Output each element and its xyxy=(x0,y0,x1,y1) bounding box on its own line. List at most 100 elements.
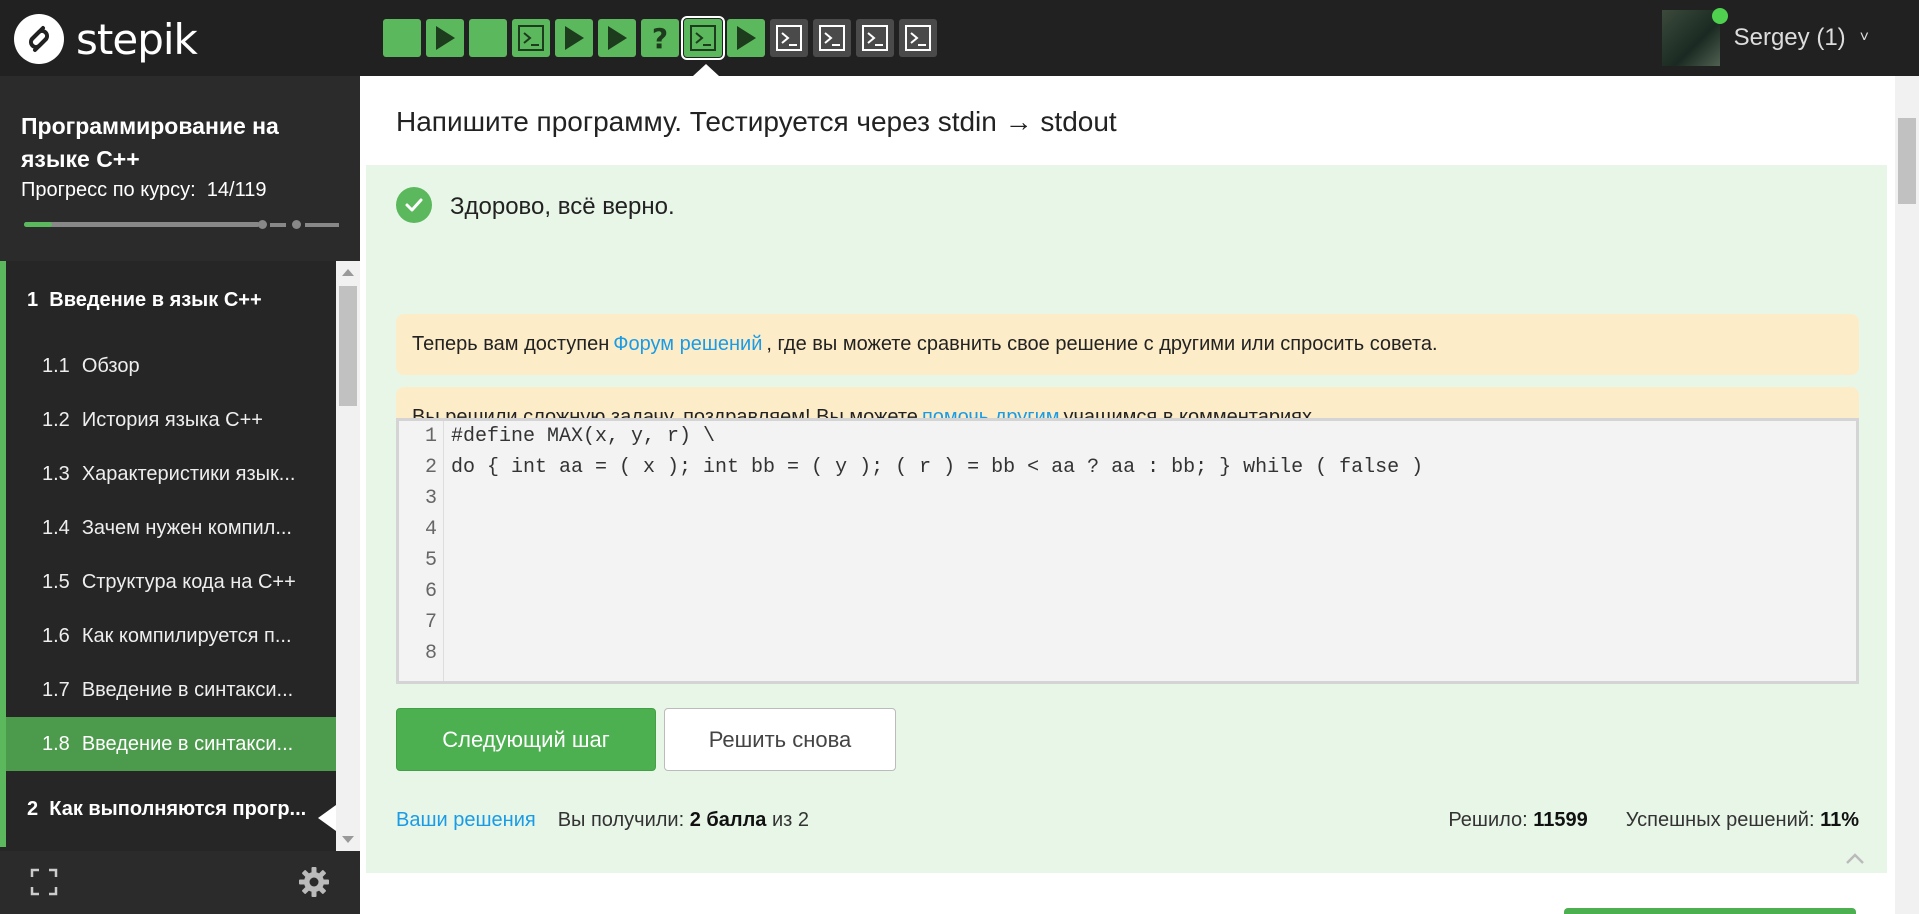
sidebar-lesson-1-7[interactable]: 1.7 Введение в синтакси... xyxy=(0,663,336,717)
play-icon xyxy=(608,26,627,50)
lesson-title: Введение в синтакси... xyxy=(81,732,294,755)
step-9-button[interactable] xyxy=(727,19,765,57)
sidebar-lesson-1-3[interactable]: 1.3 Характеристики язык... xyxy=(0,447,336,501)
success-message: Здорово, всё верно. xyxy=(450,193,675,220)
chevron-down-icon: ˅ xyxy=(1859,29,1869,46)
step-1-text-button[interactable] xyxy=(383,19,421,57)
line-number: 1 xyxy=(424,425,437,448)
progress-segment xyxy=(305,223,339,227)
solve-again-button[interactable]: Решить снова xyxy=(664,708,896,771)
sidebar-module-2[interactable]: 2 Как выполняются прогр... xyxy=(0,771,336,847)
sidebar-lesson-1-8[interactable]: 1.8 Введение в синтакси... xyxy=(0,717,336,771)
success-rate-value: 11% xyxy=(1820,809,1859,831)
progress-segment xyxy=(270,223,286,227)
line-number: 5 xyxy=(424,549,437,572)
sidebar-scrollbar[interactable] xyxy=(336,261,360,851)
sidebar-lesson-1-4[interactable]: 1.4 Зачем нужен компил... xyxy=(0,501,336,555)
lesson-title: Структура кода на C++ xyxy=(81,570,296,593)
step-3-text-button[interactable] xyxy=(469,19,507,57)
solved-count: Решило: 11599 xyxy=(1448,809,1587,832)
code-line[interactable] xyxy=(451,576,1423,607)
lesson-title: Введение в синтакси... xyxy=(81,678,294,701)
code-editor[interactable]: 1 2 3 4 5 6 7 8 #define MAX(x, y, r) \ do { int … xyxy=(396,418,1859,684)
online-status-icon xyxy=(1711,8,1728,24)
score: Вы получили: 2 балла из 2 xyxy=(558,809,809,832)
stepik-logo[interactable]: stepik xyxy=(14,14,198,64)
scroll-up-icon[interactable] xyxy=(342,269,354,276)
line-number-gutter: 1 2 3 4 5 6 7 8 xyxy=(399,421,444,681)
top-bar: stepik ? Sergey (1) ˅ xyxy=(0,0,1919,76)
step-7-button[interactable]: ? xyxy=(641,19,679,57)
progress-bar xyxy=(24,222,260,227)
solutions-forum-link[interactable]: Форум решений xyxy=(609,333,766,356)
line-number: 2 xyxy=(424,456,437,479)
selected-lesson-pointer xyxy=(318,805,336,831)
page-title: Напишите программу. Тестируется через st… xyxy=(396,106,1117,137)
lesson-title: История языка C++ xyxy=(81,408,263,431)
submission-result-panel: Здорово, всё верно. Теперь вам доступен … xyxy=(366,165,1887,873)
course-title[interactable]: Программирование на языке C++ xyxy=(21,110,321,176)
code-line[interactable] xyxy=(451,514,1423,545)
your-solutions-link[interactable]: Ваши решения xyxy=(396,809,536,832)
code-terminal-icon xyxy=(776,25,802,51)
step-5-button[interactable] xyxy=(555,19,593,57)
step-11-button[interactable] xyxy=(813,19,851,57)
code-terminal-icon xyxy=(690,25,716,51)
code-terminal-icon xyxy=(862,25,888,51)
course-progress: Прогресс по курсу: 14/119 xyxy=(21,179,266,202)
line-number: 7 xyxy=(424,611,437,634)
sidebar-lesson-1-5[interactable]: 1.5 Структура кода на C++ xyxy=(0,555,336,609)
page-scrollbar[interactable] xyxy=(1895,76,1919,914)
sidebar-module-1[interactable]: 1 Введение в язык C++ xyxy=(0,261,336,339)
code-line[interactable] xyxy=(451,483,1423,514)
step-6-button[interactable] xyxy=(598,19,636,57)
line-number: 8 xyxy=(424,642,437,665)
code-line[interactable]: do { int aa = ( x ); int bb = ( y ); ( r… xyxy=(451,452,1423,483)
step-8-button[interactable] xyxy=(681,16,725,60)
code-content[interactable]: #define MAX(x, y, r) \ do { int aa = ( x … xyxy=(451,421,1423,669)
success-rate: Успешных решений: 11% xyxy=(1626,809,1859,832)
step-2-button[interactable] xyxy=(426,19,464,57)
sidebar-lesson-1-2[interactable]: 1.2 История языка C++ xyxy=(0,393,336,447)
step-content: Напишите программу. Тестируется через st… xyxy=(360,76,1895,914)
step-10-button[interactable] xyxy=(770,19,808,57)
module-title: Введение в язык C++ xyxy=(49,288,262,311)
notice-text: Теперь вам доступен xyxy=(412,333,610,355)
progress-certificate-marker xyxy=(258,220,267,229)
lesson-number: 1.8 xyxy=(42,732,70,755)
scrollbar-thumb[interactable] xyxy=(339,286,357,406)
step-13-button[interactable] xyxy=(899,19,937,57)
sidebar-lesson-1-1[interactable]: 1.1 Обзор xyxy=(0,339,336,393)
line-number: 6 xyxy=(424,580,437,603)
step-navigation: ? xyxy=(383,16,937,60)
code-line[interactable]: #define MAX(x, y, r) \ xyxy=(451,421,1423,452)
lesson-number: 1.2 xyxy=(42,408,70,431)
logo-text: stepik xyxy=(76,14,198,64)
progress-bar-fill xyxy=(24,222,52,227)
module-title: Как выполняются прогр... xyxy=(49,797,307,820)
line-number: 3 xyxy=(424,487,437,510)
avatar xyxy=(1661,8,1728,66)
solved-label: Решило: xyxy=(1448,809,1528,831)
current-step-pointer xyxy=(693,64,719,76)
code-line[interactable] xyxy=(451,607,1423,638)
scroll-down-icon[interactable] xyxy=(342,836,354,843)
scrollbar-thumb[interactable] xyxy=(1898,118,1916,204)
progress-distinction-marker xyxy=(292,220,301,229)
lesson-number: 1.6 xyxy=(42,624,70,647)
gear-icon[interactable] xyxy=(298,866,330,898)
sidebar-lesson-1-6[interactable]: 1.6 Как компилируется п... xyxy=(0,609,336,663)
play-icon xyxy=(565,26,584,50)
code-terminal-icon xyxy=(518,25,544,51)
module-list: 1 Введение в язык C++ 1.1 Обзор 1.2 Истори… xyxy=(0,261,336,851)
user-menu[interactable]: Sergey (1) ˅ xyxy=(1661,8,1869,66)
code-line[interactable] xyxy=(451,638,1423,669)
chevron-up-icon[interactable] xyxy=(1844,848,1866,870)
step-4-button[interactable] xyxy=(512,19,550,57)
lesson-number: 1.4 xyxy=(42,516,70,539)
step-12-button[interactable] xyxy=(856,19,894,57)
next-step-button[interactable]: Следующий шаг xyxy=(396,708,656,771)
code-line[interactable] xyxy=(451,545,1423,576)
fullscreen-icon[interactable] xyxy=(30,868,58,896)
module-number: 2 xyxy=(27,797,39,820)
